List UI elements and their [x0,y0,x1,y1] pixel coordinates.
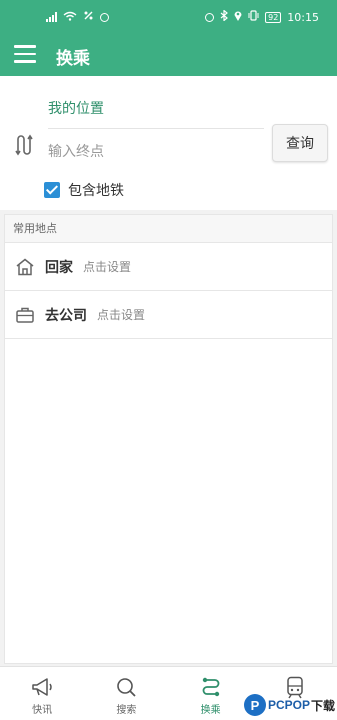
nav-item-search[interactable]: 搜索 [84,667,168,720]
page-title: 换乘 [56,49,90,69]
nav-item-news[interactable]: 快讯 [0,667,84,720]
transfer-icon [202,677,220,697]
briefcase-icon [16,307,34,323]
alarm-icon [205,12,215,22]
watermark-suffix: 下载 [310,698,335,713]
pcpop-watermark: P PCPOP 下载 [243,694,335,716]
include-subway-toggle[interactable]: 包含地铁 [44,180,124,200]
menu-icon[interactable] [14,45,36,65]
destination-input[interactable] [48,140,262,164]
wifi-icon [63,11,77,24]
bluetooth-icon [220,9,229,24]
notification-icon [100,12,109,22]
megaphone-icon [32,678,52,696]
frequent-places-panel: 常用地点 回家 点击设置 去公司 点击设置 [4,214,333,664]
include-subway-label: 包含地铁 [68,183,124,199]
place-name: 去公司 [45,307,87,324]
place-row-home[interactable]: 回家 点击设置 [5,243,332,291]
place-name: 回家 [45,259,73,276]
home-icon [16,258,34,275]
status-bar: 92 10:15 [0,0,337,34]
status-time: 10:15 [287,10,319,24]
field-divider [48,128,264,129]
include-subway-checkbox[interactable] [44,182,60,198]
query-button[interactable]: 查询 [272,124,328,162]
search-icon [117,678,137,697]
swap-route-icon[interactable] [14,134,34,156]
route-search-card: 我的位置 查询 包含地铁 [0,76,337,210]
frequent-places-header: 常用地点 [5,215,332,243]
nav-item-transfer[interactable]: 换乘 [169,667,253,720]
status-right-icons: 92 10:15 [205,9,319,24]
vibrate-icon [248,10,259,24]
nav-label: 搜索 [116,705,137,716]
place-hint: 点击设置 [97,308,146,322]
battery-icon: 92 [265,11,282,23]
location-icon [234,10,242,24]
nav-label: 快讯 [32,705,53,716]
status-left-icons [46,10,109,24]
app-bar: 换乘 [0,34,337,76]
watermark-logo-icon: P [243,694,266,716]
place-hint: 点击设置 [83,260,132,274]
place-row-company[interactable]: 去公司 点击设置 [5,291,332,339]
origin-field[interactable]: 我的位置 [48,98,262,118]
nav-label: 换乘 [200,705,221,716]
watermark-brand: PCPOP [267,698,310,712]
signal-icon [46,12,57,22]
data-sync-icon [83,10,94,24]
